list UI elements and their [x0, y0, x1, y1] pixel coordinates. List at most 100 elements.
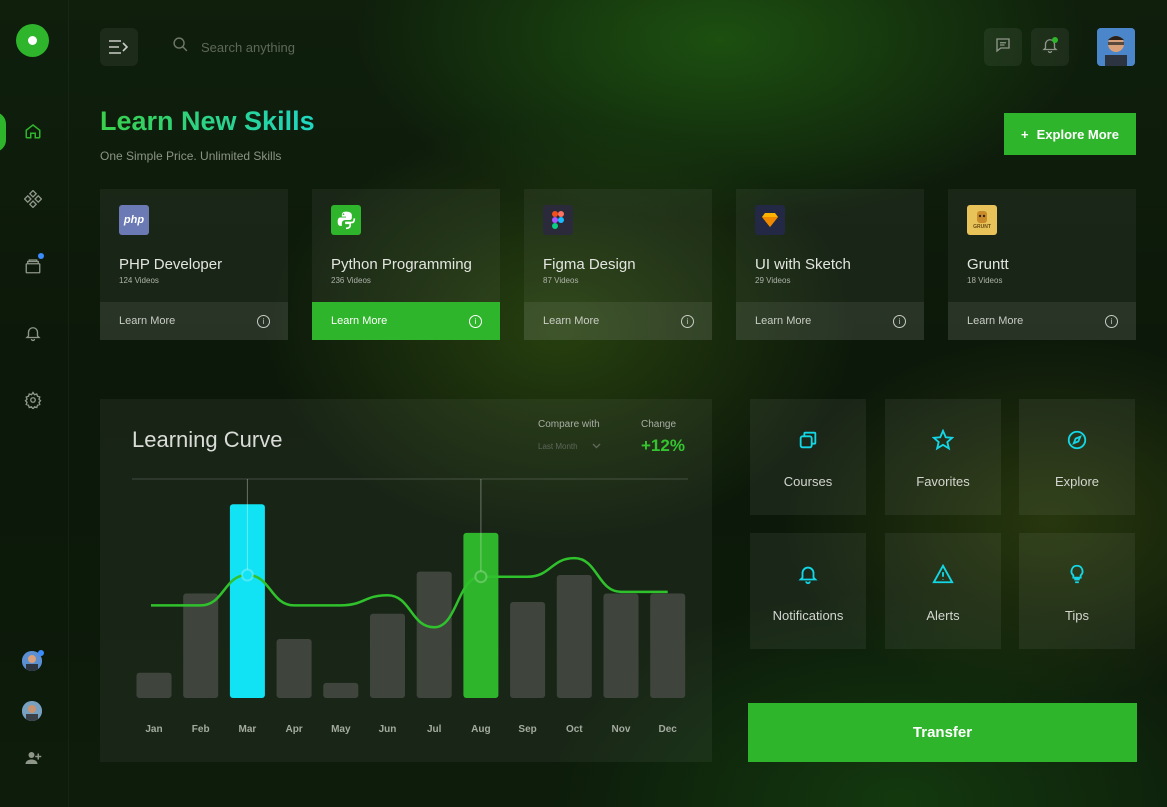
bar-oct[interactable]	[556, 575, 592, 698]
info-icon[interactable]: i	[469, 314, 482, 328]
learn-more-button[interactable]: Learn More i	[100, 302, 288, 340]
tile-label: Tips	[1064, 608, 1090, 623]
bar-may[interactable]	[323, 682, 359, 698]
course-name: UI with Sketch	[755, 256, 851, 273]
x-tick-label: Sep	[518, 724, 536, 735]
marker-aug[interactable]	[474, 570, 488, 584]
inbox-icon[interactable]	[20, 253, 46, 279]
online-dot	[38, 650, 44, 656]
lightbulb-icon	[1019, 563, 1135, 585]
course-card[interactable]: Figma Design 87 Videos Learn More i	[524, 189, 712, 340]
course-card[interactable]: GRUNT Gruntt 18 Videos Learn More i	[948, 189, 1136, 340]
logo[interactable]	[16, 24, 49, 57]
learn-more-button[interactable]: Learn More i	[524, 302, 712, 340]
chat-icon	[994, 36, 1012, 59]
learn-more-button[interactable]: Learn More i	[312, 302, 500, 340]
settings-gear-icon[interactable]	[20, 387, 46, 413]
bar-jan[interactable]	[136, 672, 172, 698]
course-video-count: 29 Videos	[755, 276, 791, 285]
x-tick-label: Dec	[659, 724, 678, 735]
course-card[interactable]: Python Programming 236 Videos Learn More…	[312, 189, 500, 340]
bell-icon	[750, 563, 866, 585]
search-icon	[172, 36, 189, 58]
x-tick-label: Oct	[566, 724, 583, 735]
sidebar	[0, 0, 69, 807]
contact-avatar[interactable]	[22, 701, 42, 721]
notification-dot	[1052, 37, 1058, 43]
course-card[interactable]: php PHP Developer 124 Videos Learn More …	[100, 189, 288, 340]
compass-icon	[1019, 429, 1135, 451]
x-tick-label: Jul	[427, 724, 442, 735]
x-tick-label: May	[331, 724, 351, 735]
learn-more-label: Learn More	[755, 315, 812, 327]
tile-label: Favorites	[916, 474, 970, 489]
home-icon[interactable]	[20, 118, 46, 144]
course-name: Gruntt	[967, 256, 1009, 273]
bar-feb[interactable]	[183, 593, 219, 698]
bar-jul[interactable]	[416, 571, 452, 698]
course-video-count: 18 Videos	[967, 276, 1003, 285]
marker-mar[interactable]	[240, 568, 254, 582]
search-bar	[172, 36, 423, 58]
bar-nov[interactable]	[603, 593, 639, 698]
page-subtitle: One Simple Price. Unlimited Skills	[100, 149, 282, 163]
info-icon[interactable]: i	[257, 314, 270, 328]
tile-favorites[interactable]: Favorites	[885, 399, 1001, 515]
apps-icon[interactable]	[20, 186, 46, 212]
menu-toggle-button[interactable]	[100, 28, 138, 66]
learn-more-button[interactable]: Learn More i	[948, 302, 1136, 340]
messages-button[interactable]	[984, 28, 1022, 66]
tile-courses[interactable]: Courses	[750, 399, 866, 515]
learn-more-label: Learn More	[331, 315, 388, 327]
tile-notifications[interactable]: Notifications	[750, 533, 866, 649]
course-name: Figma Design	[543, 256, 636, 273]
info-icon[interactable]: i	[893, 314, 906, 328]
learn-more-label: Learn More	[967, 315, 1024, 327]
course-video-count: 87 Videos	[543, 276, 579, 285]
learn-more-label: Learn More	[543, 315, 600, 327]
page-title: Learn New Skills	[100, 106, 315, 136]
notifications-button[interactable]	[1031, 28, 1069, 66]
learn-more-label: Learn More	[119, 315, 176, 327]
bell-icon[interactable]	[20, 320, 46, 346]
star-icon	[885, 429, 1001, 451]
bar-apr[interactable]	[276, 639, 312, 698]
notification-dot	[38, 253, 44, 259]
course-card[interactable]: UI with Sketch 29 Videos Learn More i	[736, 189, 924, 340]
course-name: PHP Developer	[119, 256, 223, 273]
course-name: Python Programming	[331, 256, 472, 273]
course-video-count: 124 Videos	[119, 276, 159, 285]
info-icon[interactable]: i	[681, 314, 694, 328]
sketch-logo-icon	[755, 205, 785, 235]
alert-triangle-icon	[885, 563, 1001, 585]
tile-label: Notifications	[772, 608, 844, 623]
grunt-logo-icon: GRUNT	[967, 205, 997, 235]
copy-icon	[750, 429, 866, 451]
transfer-button[interactable]: Transfer	[748, 703, 1137, 762]
x-tick-label: Apr	[285, 724, 302, 735]
python-logo-icon	[331, 205, 361, 235]
add-user-icon[interactable]	[20, 745, 46, 771]
bar-jun[interactable]	[370, 613, 405, 698]
bar-dec[interactable]	[650, 593, 686, 698]
search-input[interactable]	[199, 38, 423, 56]
bar-sep[interactable]	[510, 601, 546, 698]
plus-icon: +	[1021, 126, 1029, 142]
info-icon[interactable]: i	[1105, 314, 1118, 328]
tile-explore[interactable]: Explore	[1019, 399, 1135, 515]
course-video-count: 236 Videos	[331, 276, 371, 285]
tile-label: Explore	[1054, 474, 1100, 489]
active-tab-indicator	[0, 112, 6, 152]
user-avatar[interactable]	[1097, 28, 1135, 66]
x-tick-label: Jan	[145, 724, 162, 735]
tile-label: Courses	[783, 474, 833, 489]
explore-more-button[interactable]: + Explore More	[1004, 113, 1136, 155]
explore-more-label: Explore More	[1036, 126, 1119, 142]
learn-more-button[interactable]: Learn More i	[736, 302, 924, 340]
tile-alerts[interactable]: Alerts	[885, 533, 1001, 649]
x-tick-label: Mar	[239, 724, 257, 735]
tile-tips[interactable]: Tips	[1019, 533, 1135, 649]
learning-curve-panel: Learning Curve Compare with Last Month C…	[100, 399, 712, 762]
tile-label: Alerts	[926, 608, 960, 623]
php-logo-icon: php	[119, 205, 149, 235]
